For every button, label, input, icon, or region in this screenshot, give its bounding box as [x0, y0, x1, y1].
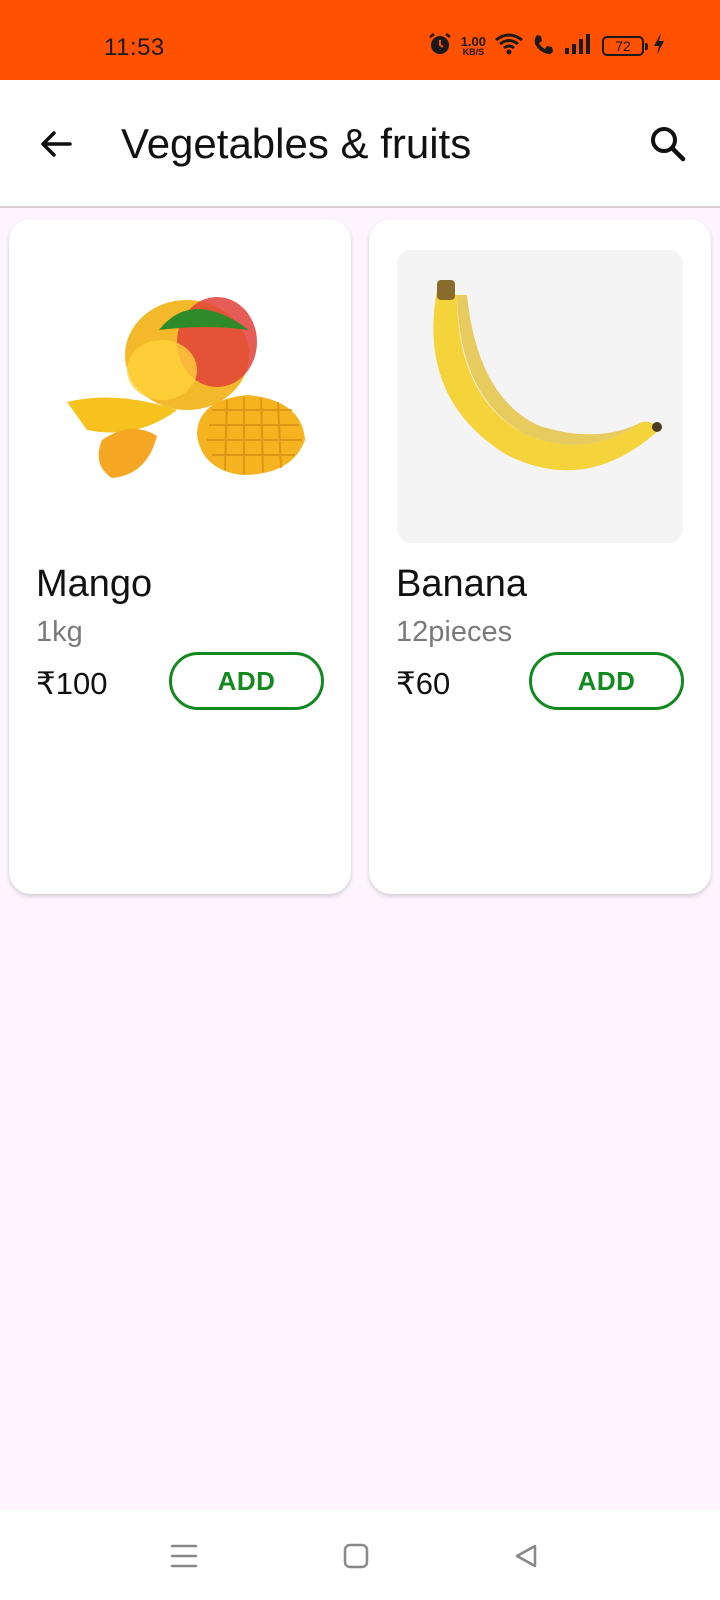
back-triangle-icon[interactable] — [502, 1532, 550, 1580]
net-speed: 1.00 KB/S — [461, 35, 486, 57]
system-nav-bar — [0, 1510, 720, 1600]
net-speed-unit: KB/S — [462, 47, 485, 57]
charging-icon — [652, 32, 666, 61]
home-icon[interactable] — [332, 1532, 380, 1580]
product-image-carousel[interactable] — [397, 250, 683, 543]
arrow-left-icon[interactable] — [34, 122, 78, 166]
alarm-icon — [427, 31, 453, 62]
app-bar: Vegetables & fruits — [0, 80, 720, 208]
page-title: Vegetables & fruits — [121, 120, 472, 167]
search-icon[interactable] — [644, 120, 692, 168]
product-quantity: 1kg — [36, 616, 83, 648]
product-name: Mango — [36, 563, 153, 605]
product-card-mango[interactable]: Mango 1kg ₹100 ADD — [9, 219, 351, 894]
product-price: ₹100 — [36, 666, 108, 701]
battery-icon: 72 — [602, 36, 648, 56]
add-button[interactable]: ADD — [169, 652, 324, 710]
status-bar: 11:53 1.00 KB/S 72 — [0, 0, 720, 80]
menu-icon[interactable] — [160, 1532, 208, 1580]
status-icons: 1.00 KB/S 72 — [427, 30, 666, 62]
call-icon — [532, 32, 556, 61]
product-image-carousel[interactable] — [37, 250, 323, 543]
wifi-icon — [494, 32, 524, 61]
product-card-banana[interactable]: Banana 12pieces ₹60 ADD — [369, 219, 711, 894]
product-price: ₹60 — [396, 666, 451, 701]
mango-image — [67, 297, 305, 478]
banana-image — [433, 280, 662, 471]
product-name: Banana — [396, 563, 528, 605]
add-button[interactable]: ADD — [529, 652, 684, 710]
signal-icon — [564, 33, 594, 60]
product-quantity: 12pieces — [396, 616, 513, 648]
status-time: 11:53 — [104, 34, 165, 61]
